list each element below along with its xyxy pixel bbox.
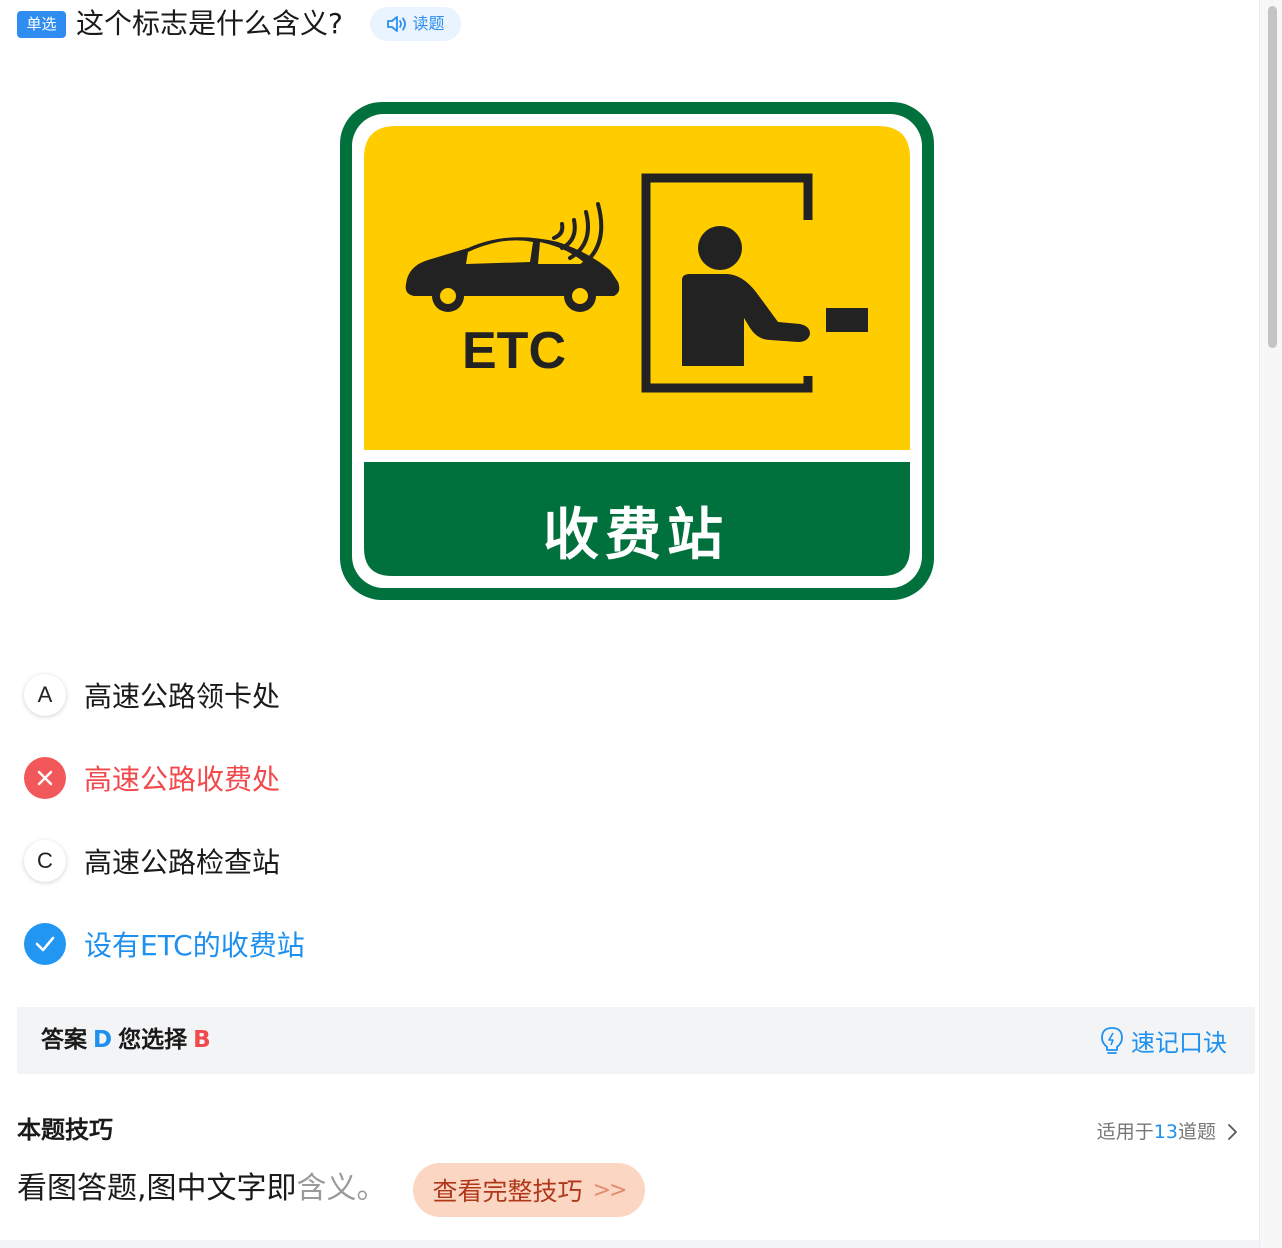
option-d-marker — [24, 923, 66, 965]
speaker-icon — [387, 16, 407, 32]
tips-title: 本题技巧 — [17, 1116, 113, 1144]
toll-station-sign: ETC 收费站 — [318, 70, 958, 630]
view-full-tips-label: 查看完整技巧 — [432, 1177, 583, 1206]
applies-count: 13 — [1153, 1121, 1178, 1143]
option-b-marker — [24, 757, 66, 799]
option-c-marker: C — [24, 840, 66, 882]
option-c[interactable]: C 高速公路检查站 — [24, 838, 280, 884]
option-a-text: 高速公路领卡处 — [84, 680, 281, 713]
tip-text-main: 看图答题,图中文字即 — [17, 1171, 297, 1206]
option-b-text: 高速公路收费处 — [84, 763, 281, 796]
your-choice: B — [193, 1027, 211, 1053]
answer-summary: 答案 D 您选择 B — [41, 1007, 211, 1074]
correct-answer: D — [93, 1027, 113, 1053]
chevron-right-icon — [1228, 1124, 1237, 1140]
tip-text-fade: 含义。 — [296, 1171, 387, 1206]
scrollbar-thumb[interactable] — [1268, 6, 1277, 348]
option-a-marker: A — [24, 674, 66, 716]
scrollbar[interactable] — [1259, 0, 1282, 1248]
answer-bar: 答案 D 您选择 B 速记口诀 — [17, 1007, 1255, 1074]
sign-etc-text: ETC — [462, 322, 566, 380]
mnemonic-button[interactable]: 速记口诀 — [1099, 1007, 1227, 1074]
answer-label: 答案 — [41, 1027, 87, 1053]
bottom-divider — [0, 1240, 1260, 1248]
double-chevron-icon: >> — [592, 1177, 628, 1203]
read-question-button[interactable]: 读题 — [370, 7, 461, 41]
option-d-text: 设有ETC的收费站 — [84, 929, 305, 962]
view-full-tips-button[interactable]: 查看完整技巧 >> — [413, 1163, 645, 1217]
question-page: 单选 这个标志是什么含义? 读题 ETC 收费站 A 高速公路领卡处 高速公路收… — [0, 0, 1260, 1248]
lightbulb-icon — [1101, 1026, 1123, 1054]
option-a[interactable]: A 高速公路领卡处 — [24, 672, 280, 718]
option-d[interactable]: 设有ETC的收费站 — [24, 921, 305, 967]
question-title: 这个标志是什么含义? — [76, 7, 343, 40]
tip-text: 看图答题,图中文字即含义。 — [17, 1165, 387, 1213]
question-type-tag: 单选 — [17, 11, 66, 38]
mnemonic-label: 速记口诀 — [1131, 1029, 1227, 1057]
check-icon — [35, 936, 55, 952]
applies-to-link[interactable]: 适用于 13 道题 — [1097, 1114, 1240, 1150]
read-question-label: 读题 — [412, 14, 445, 33]
option-c-text: 高速公路检查站 — [84, 846, 281, 879]
close-icon — [37, 770, 53, 786]
applies-suffix: 道题 — [1177, 1121, 1216, 1143]
your-choice-label: 您选择 — [118, 1027, 188, 1053]
sign-bottom-text: 收费站 — [543, 503, 729, 568]
applies-prefix: 适用于 — [1096, 1121, 1154, 1143]
option-b[interactable]: 高速公路收费处 — [24, 755, 280, 801]
